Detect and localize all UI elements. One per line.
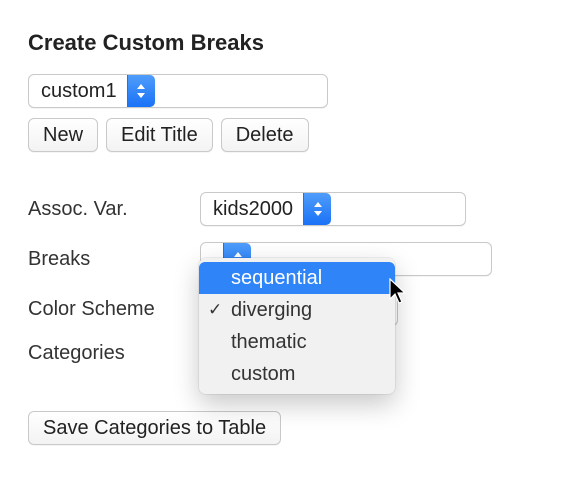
name-select-value: custom1	[29, 75, 127, 107]
breaks-label: Breaks	[28, 248, 200, 271]
save-categories-button[interactable]: Save Categories to Table	[28, 411, 281, 445]
breaks-dropdown-menu[interactable]: sequential ✓ diverging thematic custom	[199, 258, 395, 394]
checkmark-icon: ✓	[208, 300, 222, 320]
page-title: Create Custom Breaks	[28, 30, 538, 56]
new-button[interactable]: New	[28, 118, 98, 152]
breaks-option-diverging[interactable]: ✓ diverging	[199, 294, 395, 326]
menu-item-label: custom	[231, 363, 295, 386]
updown-icon	[303, 193, 331, 225]
breaks-option-thematic[interactable]: thematic	[199, 326, 395, 358]
name-select[interactable]: custom1	[28, 74, 328, 108]
assoc-var-value: kids2000	[201, 193, 303, 225]
breaks-option-custom[interactable]: custom	[199, 358, 395, 390]
edit-title-button[interactable]: Edit Title	[106, 118, 213, 152]
assoc-var-select[interactable]: kids2000	[200, 192, 466, 226]
categories-label: Categories	[28, 342, 200, 365]
assoc-var-label: Assoc. Var.	[28, 198, 200, 221]
menu-item-label: sequential	[231, 267, 322, 290]
color-scheme-label: Color Scheme	[28, 298, 200, 321]
delete-button[interactable]: Delete	[221, 118, 309, 152]
updown-icon	[127, 75, 155, 107]
breaks-option-sequential[interactable]: sequential	[199, 262, 395, 294]
menu-item-label: thematic	[231, 331, 307, 354]
menu-item-label: diverging	[231, 299, 312, 322]
